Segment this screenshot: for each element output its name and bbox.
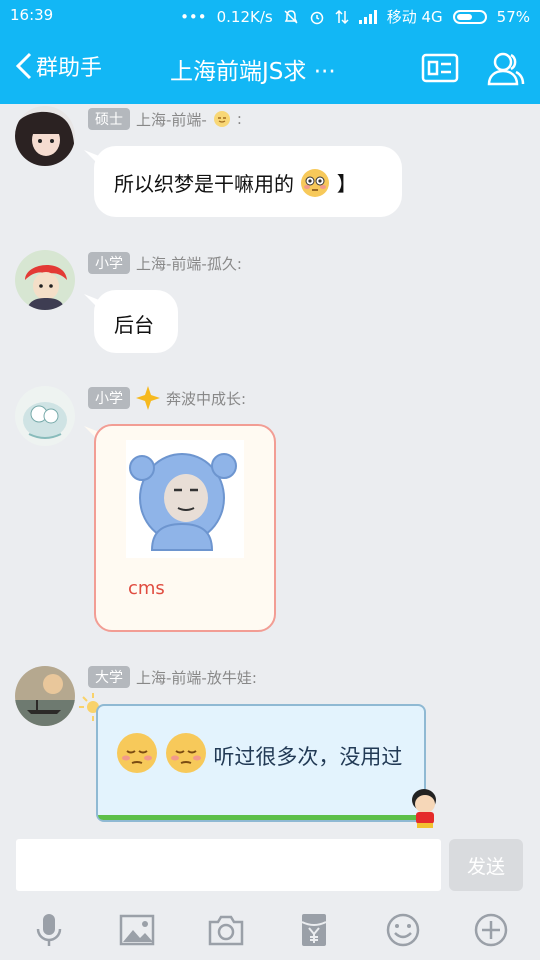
message-text: 后台 xyxy=(114,313,154,337)
send-button[interactable]: 发送 xyxy=(449,839,523,891)
message-input[interactable] xyxy=(16,839,441,891)
nav-bar: 群助手 上海前端JS求 ··· xyxy=(0,32,540,104)
shinchan-sticker-icon xyxy=(412,789,436,828)
avatar[interactable] xyxy=(15,666,75,726)
avatar[interactable] xyxy=(15,386,75,446)
group-card-icon[interactable] xyxy=(420,48,460,88)
signal-icon xyxy=(358,9,377,24)
rank-badge: 小学 xyxy=(88,252,130,274)
plus-icon[interactable] xyxy=(473,912,509,948)
more-dots-icon: ••• xyxy=(180,7,207,26)
group-members-icon[interactable] xyxy=(486,48,526,88)
flushed-face-icon xyxy=(301,169,330,197)
net-speed: 0.12K/s xyxy=(216,7,273,26)
sender-name[interactable]: 奔波中成长: xyxy=(166,388,246,409)
sender-meta: 小学 奔波中成长: xyxy=(88,386,246,410)
sender-name[interactable]: 上海-前端-放牛娃: xyxy=(136,667,257,688)
status-right: ••• 0.12K/s 移动 4G 57% xyxy=(180,6,530,27)
rank-badge: 小学 xyxy=(88,387,130,409)
sender-name[interactable]: 上海-前端-孤久: xyxy=(136,253,242,274)
sender-name[interactable]: 上海-前端- xyxy=(136,109,207,130)
card-caption: cms xyxy=(128,578,165,599)
message-text: 听过很多次，没用过 xyxy=(213,745,403,769)
chevron-left-icon xyxy=(15,52,32,80)
emoji-icon[interactable] xyxy=(385,912,421,948)
mute-icon xyxy=(284,9,298,24)
battery-percent: 57% xyxy=(496,7,530,26)
bubble-grass-strip xyxy=(98,815,424,820)
status-time: 16:39 xyxy=(10,6,54,24)
message-bubble[interactable]: 后台 xyxy=(94,290,178,353)
back-label: 群助手 xyxy=(36,56,103,81)
sender-meta: 硕士 上海-前端- : xyxy=(88,108,242,130)
chat-title[interactable]: 上海前端JS求 ··· xyxy=(170,52,336,86)
input-bar: 发送 xyxy=(0,830,540,900)
pensive-face-icon xyxy=(165,733,206,773)
back-button[interactable]: 群助手 xyxy=(14,50,102,82)
chat-area[interactable]: 硕士 上海-前端- : 所以织梦是干嘛用的 】 小学 上海-前端-孤久: 后台 … xyxy=(0,104,540,830)
avatar[interactable] xyxy=(15,106,75,166)
themed-message-bubble[interactable]: 听过很多次，没用过 xyxy=(96,704,426,822)
message-trail: 】 xyxy=(336,172,357,196)
sender-suffix: : xyxy=(236,110,242,128)
sender-meta: 小学 上海-前端-孤久: xyxy=(88,252,242,274)
message-bubble[interactable]: 所以织梦是干嘛用的 】 xyxy=(94,146,402,217)
emoji-icon xyxy=(213,111,230,127)
pensive-face-icon xyxy=(117,733,157,773)
bottom-toolbar xyxy=(0,900,540,960)
red-packet-icon[interactable] xyxy=(296,912,332,948)
themed-message-content: 听过很多次，没用过 xyxy=(116,732,406,774)
carrier-label: 移动 4G xyxy=(386,8,443,26)
data-arrows-icon xyxy=(335,9,349,24)
sticker-card-bubble[interactable]: cms xyxy=(94,424,276,632)
avatar[interactable] xyxy=(15,250,75,310)
camera-icon[interactable] xyxy=(208,912,244,948)
mic-icon[interactable] xyxy=(31,912,67,948)
message-text: 所以织梦是干嘛用的 xyxy=(114,172,294,196)
battery-icon xyxy=(452,9,487,24)
meme-sticker-image xyxy=(126,440,244,558)
sender-meta: 大学 上海-前端-放牛娃: xyxy=(88,666,257,688)
sparkle-icon xyxy=(136,386,160,410)
rank-badge: 大学 xyxy=(88,666,130,688)
rank-badge: 硕士 xyxy=(88,108,130,130)
status-bar: 16:39 ••• 0.12K/s 移动 4G 57% xyxy=(0,0,540,32)
alarm-icon xyxy=(310,11,323,24)
image-icon[interactable] xyxy=(119,912,155,948)
